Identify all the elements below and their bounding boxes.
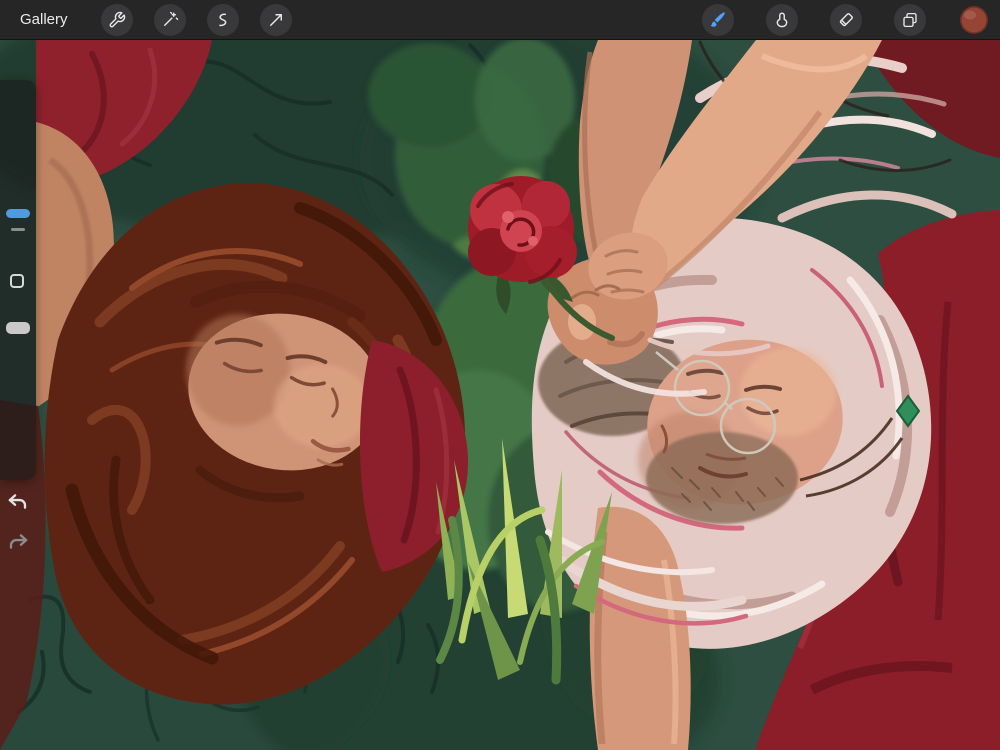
paint-tool-button[interactable] bbox=[702, 3, 734, 36]
actions-button[interactable] bbox=[100, 3, 133, 36]
erase-tool-button[interactable] bbox=[830, 3, 862, 36]
modify-button[interactable] bbox=[10, 274, 24, 288]
transform-arrow-icon bbox=[269, 13, 282, 26]
layers-icon bbox=[903, 12, 917, 27]
opacity-handle[interactable] bbox=[6, 322, 30, 334]
gallery-button[interactable]: Gallery bbox=[20, 11, 68, 28]
brush-size-handle[interactable] bbox=[6, 209, 30, 218]
undo-icon bbox=[8, 494, 27, 509]
adjustments-button[interactable] bbox=[153, 3, 186, 36]
toolbar-right-group bbox=[702, 3, 1000, 36]
top-toolbar: Gallery bbox=[0, 0, 1000, 40]
tool-sidebar bbox=[0, 80, 36, 480]
transform-button[interactable] bbox=[259, 3, 292, 36]
slider-tick bbox=[11, 228, 25, 231]
toolbar-left-group: Gallery bbox=[0, 3, 292, 36]
layers-button[interactable] bbox=[894, 3, 926, 36]
color-swatch-button[interactable] bbox=[958, 4, 990, 36]
paintbrush-icon bbox=[710, 12, 725, 27]
selection-button[interactable] bbox=[206, 3, 239, 36]
magic-wand-icon bbox=[163, 11, 178, 26]
brush-size-slider[interactable] bbox=[0, 80, 36, 260]
selection-s-icon bbox=[218, 13, 226, 26]
undo-button[interactable] bbox=[4, 489, 32, 517]
smudge-tool-button[interactable] bbox=[766, 3, 798, 36]
smudge-finger-icon bbox=[776, 12, 788, 27]
redo-icon bbox=[9, 534, 28, 549]
color-swatch bbox=[960, 5, 988, 34]
canvas-artwork[interactable] bbox=[0, 40, 1000, 750]
eraser-icon bbox=[839, 12, 853, 26]
redo-button[interactable] bbox=[4, 529, 32, 557]
wrench-icon bbox=[109, 11, 125, 27]
